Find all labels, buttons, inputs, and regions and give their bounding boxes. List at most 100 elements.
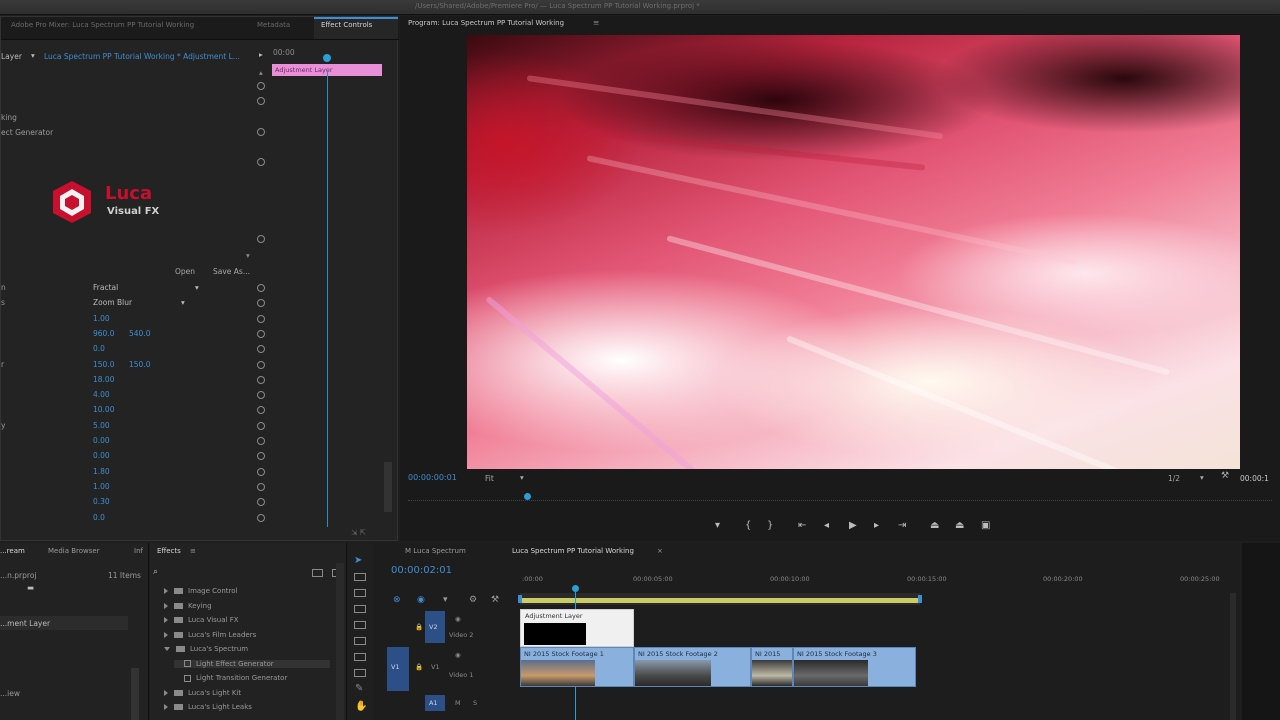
chevron-right-icon[interactable] [164, 689, 168, 696]
resolution-dropdown[interactable]: 1/2 [1168, 474, 1180, 483]
reset-icon[interactable] [257, 235, 265, 243]
hand-tool-icon[interactable]: ✋ [355, 701, 367, 712]
go-to-out-icon[interactable]: ⇥ [898, 520, 906, 531]
param-value[interactable]: 0.0 [93, 344, 105, 353]
slide-tool-icon[interactable] [354, 669, 366, 677]
slip-tool-icon[interactable] [354, 653, 366, 661]
search-icon[interactable]: ⌕ [153, 567, 158, 577]
video-clip[interactable]: NI 2015 Stock Footage 1 [520, 647, 634, 687]
chevron-right-icon[interactable] [164, 631, 168, 638]
program-video-frame[interactable] [467, 35, 1240, 469]
open-button[interactable]: Open [175, 267, 195, 276]
step-back-icon[interactable]: ◂ [824, 520, 829, 531]
adjustment-layer-clip[interactable]: Adjustment Layer [520, 609, 634, 647]
effect-folder[interactable]: Image Control [164, 587, 237, 595]
mark-in-icon[interactable]: { [745, 520, 751, 531]
project-item[interactable]: ...iew [0, 689, 20, 698]
sequence-timecode[interactable]: 00:00:02:01 [391, 565, 452, 576]
reset-icon[interactable] [257, 483, 265, 491]
folder-icon[interactable]: ▬ [27, 583, 34, 592]
tab-audio-mixer[interactable]: Adobe Pro Mixer: Luca Spectrum PP Tutori… [11, 21, 194, 29]
param-value[interactable]: 0.0 [93, 513, 105, 522]
wrench-icon[interactable]: ⚒ [1221, 471, 1229, 481]
reset-icon[interactable] [257, 299, 265, 307]
param-value[interactable]: 0.00 [93, 436, 110, 445]
reset-icon[interactable] [257, 406, 265, 414]
dropdown-caret-icon[interactable]: ▾ [181, 298, 185, 307]
reset-icon[interactable] [257, 97, 265, 105]
marker-icon[interactable]: ▾ [715, 520, 720, 531]
effect-folder[interactable]: Luca's Light Kit [164, 689, 241, 697]
tab-sequence-1[interactable]: M Luca Spectrum [405, 547, 466, 555]
reset-icon[interactable] [257, 158, 265, 166]
reset-icon[interactable] [257, 391, 265, 399]
timeline-playhead[interactable] [572, 585, 579, 592]
ripple-edit-tool-icon[interactable] [354, 589, 366, 597]
reset-icon[interactable] [257, 82, 265, 90]
dropdown-caret-icon[interactable]: ▾ [195, 283, 199, 292]
project-item[interactable]: ...ment Layer [0, 619, 50, 628]
rate-stretch-tool-icon[interactable] [354, 621, 366, 629]
play-icon[interactable]: ▶ [849, 520, 857, 531]
reset-icon[interactable] [257, 128, 265, 136]
effect-item[interactable]: Light Transition Generator [174, 674, 330, 682]
reset-icon[interactable] [257, 284, 265, 292]
param-dropdown[interactable]: Zoom Blur [93, 298, 132, 307]
param-value[interactable]: 1.80 [93, 467, 110, 476]
go-to-in-icon[interactable]: ⇤ [798, 520, 806, 531]
param-value[interactable]: 150.0 [129, 360, 150, 369]
ec-footer-icons[interactable]: ⇲ ⇱ [351, 528, 366, 537]
work-area-start-handle[interactable] [518, 595, 522, 603]
lock-icon[interactable]: 🔒 [415, 663, 423, 671]
chevron-right-icon[interactable] [164, 602, 168, 609]
scrollbar[interactable] [336, 563, 344, 720]
add-marker-icon[interactable]: ▾ [443, 595, 448, 605]
caret-down-icon[interactable]: ▾ [246, 251, 250, 260]
video-clip[interactable]: NI 2015 Stock Footage 3 [793, 647, 916, 687]
resolution-caret-icon[interactable]: ▾ [1200, 473, 1204, 482]
reset-icon[interactable] [257, 498, 265, 506]
effect-folder[interactable]: Keying [164, 602, 212, 610]
save-as-button[interactable]: Save As... [213, 267, 250, 276]
reset-icon[interactable] [257, 315, 265, 323]
track-select-tool-icon[interactable] [354, 573, 366, 581]
video-clip[interactable]: NI 2015 Stock Footage 2 [634, 647, 751, 687]
tab-metadata[interactable]: Metadata [257, 21, 290, 29]
chevron-right-icon[interactable] [164, 704, 168, 710]
param-value[interactable]: 1.00 [93, 482, 110, 491]
eye-icon[interactable]: ◉ [455, 651, 461, 659]
ec-playhead[interactable] [323, 54, 331, 62]
monitor-time-ruler[interactable] [408, 494, 1272, 501]
param-value[interactable]: 0.00 [93, 451, 110, 460]
param-value[interactable]: 150.0 [93, 360, 114, 369]
chevron-right-icon[interactable]: ▸ [259, 50, 263, 59]
chevron-down-icon[interactable] [164, 647, 170, 651]
mark-out-icon[interactable]: } [767, 520, 773, 531]
scrollbar[interactable] [384, 462, 392, 512]
fit-caret-icon[interactable]: ▾ [520, 473, 524, 482]
tab-project[interactable]: ...ream [0, 547, 25, 555]
eye-icon[interactable]: ◉ [455, 615, 461, 623]
effect-folder[interactable]: Luca's Light Leaks [164, 703, 252, 711]
export-frame-icon[interactable]: ▣ [981, 520, 990, 531]
solo-icon[interactable]: S [473, 699, 477, 707]
lock-icon[interactable]: 🔒 [415, 623, 423, 631]
clip-path[interactable]: Luca Spectrum PP Tutorial Working * Adju… [44, 52, 240, 61]
video-clip[interactable]: NI 2015 [751, 647, 793, 687]
settings-icon[interactable]: ⚙ [469, 595, 477, 605]
chevron-right-icon[interactable] [164, 588, 168, 594]
reset-icon[interactable] [257, 422, 265, 430]
fit-dropdown[interactable]: Fit [485, 474, 494, 483]
mute-icon[interactable]: M [455, 699, 461, 707]
reset-icon[interactable] [257, 468, 265, 476]
tab-effect-controls[interactable]: Effect Controls [321, 21, 372, 29]
param-value[interactable]: 960.0 [93, 329, 114, 338]
reset-icon[interactable] [257, 437, 265, 445]
reset-icon[interactable] [257, 330, 265, 338]
source-dropdown-icon[interactable]: ▾ [31, 51, 35, 60]
reset-icon[interactable] [257, 514, 265, 522]
program-timecode[interactable]: 00:00:00:01 [408, 473, 457, 482]
effect-folder[interactable]: Luca's Film Leaders [164, 631, 256, 639]
param-value[interactable]: 5.00 [93, 421, 110, 430]
lift-icon[interactable]: ⏏ [930, 520, 939, 531]
